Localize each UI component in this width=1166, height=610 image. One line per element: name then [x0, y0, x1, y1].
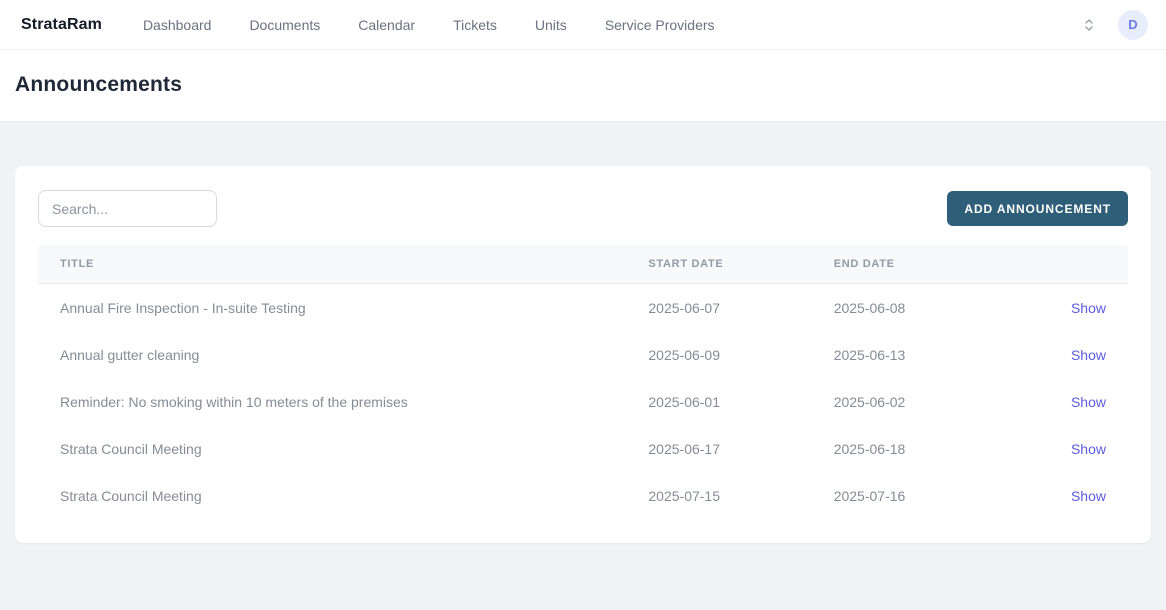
page-header: Announcements — [0, 50, 1166, 122]
announcement-title: Strata Council Meeting — [38, 472, 648, 519]
announcement-start-date: 2025-07-15 — [648, 472, 833, 519]
page-title: Announcements — [15, 73, 1151, 97]
show-link[interactable]: Show — [1071, 394, 1106, 410]
brand-logo[interactable]: StrataRam — [21, 16, 102, 34]
announcement-title: Annual gutter cleaning — [38, 331, 648, 378]
show-link[interactable]: Show — [1071, 300, 1106, 316]
announcement-title: Reminder: No smoking within 10 meters of… — [38, 378, 648, 425]
announcement-start-date: 2025-06-01 — [648, 378, 833, 425]
card-toolbar: ADD ANNOUNCEMENT — [38, 190, 1128, 227]
announcement-end-date: 2025-06-08 — [834, 284, 1019, 332]
top-navbar: StrataRam Dashboard Documents Calendar T… — [0, 0, 1166, 50]
navbar-right: D — [1082, 10, 1148, 40]
main-content: ADD ANNOUNCEMENT TITLE START DATE END DA… — [0, 166, 1166, 543]
column-header-start-date: START DATE — [648, 245, 833, 284]
nav-item-tickets[interactable]: Tickets — [453, 17, 497, 33]
show-link[interactable]: Show — [1071, 441, 1106, 457]
announcements-card: ADD ANNOUNCEMENT TITLE START DATE END DA… — [15, 166, 1151, 543]
main-nav: Dashboard Documents Calendar Tickets Uni… — [143, 17, 715, 33]
announcement-start-date: 2025-06-07 — [648, 284, 833, 332]
nav-item-units[interactable]: Units — [535, 17, 567, 33]
announcement-start-date: 2025-06-09 — [648, 331, 833, 378]
table-row: Annual Fire Inspection - In-suite Testin… — [38, 284, 1128, 332]
show-link[interactable]: Show — [1071, 347, 1106, 363]
announcement-end-date: 2025-06-13 — [834, 331, 1019, 378]
nav-item-service-providers[interactable]: Service Providers — [605, 17, 715, 33]
add-announcement-button[interactable]: ADD ANNOUNCEMENT — [947, 191, 1128, 226]
announcement-start-date: 2025-06-17 — [648, 425, 833, 472]
nav-item-dashboard[interactable]: Dashboard — [143, 17, 212, 33]
announcement-end-date: 2025-06-02 — [834, 378, 1019, 425]
chevron-up-down-icon[interactable] — [1082, 17, 1096, 33]
announcement-title: Strata Council Meeting — [38, 425, 648, 472]
show-link[interactable]: Show — [1071, 488, 1106, 504]
table-row: Strata Council Meeting 2025-07-15 2025-0… — [38, 472, 1128, 519]
announcements-table: TITLE START DATE END DATE Annual Fire In… — [38, 245, 1128, 519]
column-header-end-date: END DATE — [834, 245, 1019, 284]
table-row: Strata Council Meeting 2025-06-17 2025-0… — [38, 425, 1128, 472]
column-header-title: TITLE — [38, 245, 648, 284]
announcement-end-date: 2025-06-18 — [834, 425, 1019, 472]
announcement-end-date: 2025-07-16 — [834, 472, 1019, 519]
nav-item-calendar[interactable]: Calendar — [358, 17, 415, 33]
table-row: Reminder: No smoking within 10 meters of… — [38, 378, 1128, 425]
announcement-title: Annual Fire Inspection - In-suite Testin… — [38, 284, 648, 332]
search-input[interactable] — [38, 190, 217, 227]
column-header-actions — [1019, 245, 1128, 284]
user-avatar[interactable]: D — [1118, 10, 1148, 40]
table-header-row: TITLE START DATE END DATE — [38, 245, 1128, 284]
table-row: Annual gutter cleaning 2025-06-09 2025-0… — [38, 331, 1128, 378]
nav-item-documents[interactable]: Documents — [249, 17, 320, 33]
